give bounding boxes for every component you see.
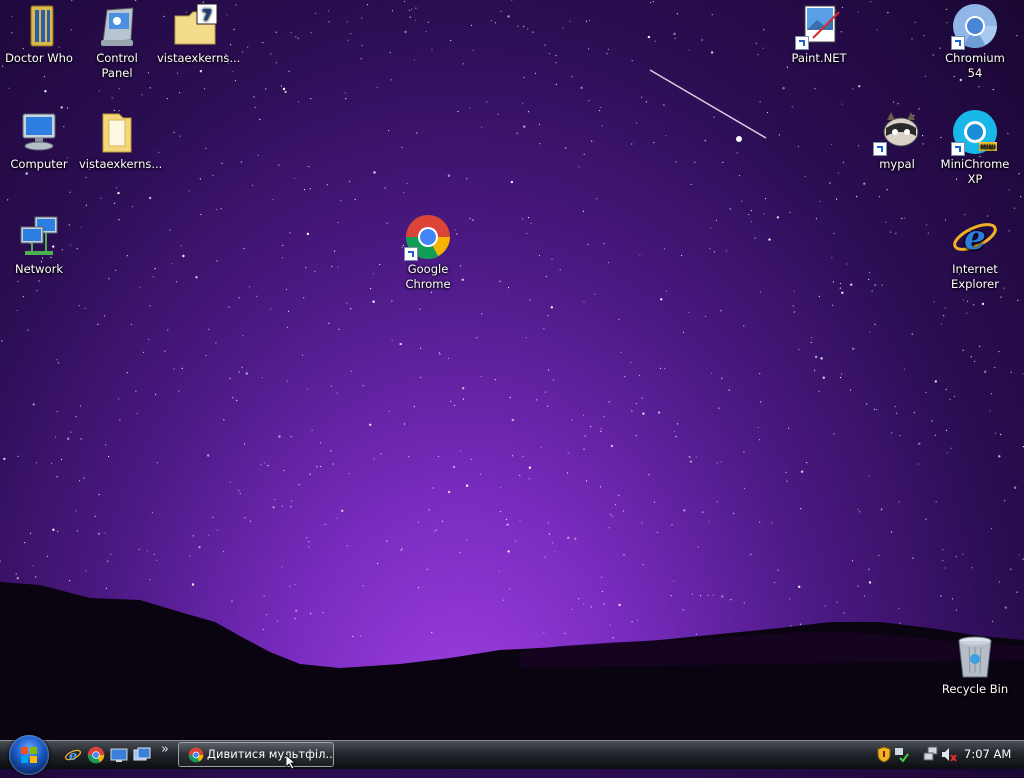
- desktop-icon-internet-explorer[interactable]: e Internet Explorer: [936, 211, 1014, 292]
- shortcut-arrow-icon: [873, 142, 887, 156]
- quicklaunch-internet-explorer[interactable]: e: [64, 746, 82, 764]
- chrome-icon: [87, 746, 105, 764]
- svg-text:7: 7: [202, 6, 212, 24]
- desktop-icon-label: Network: [14, 262, 64, 276]
- quicklaunch-chrome[interactable]: [87, 746, 105, 764]
- quicklaunch-switch-windows[interactable]: [133, 746, 151, 764]
- desktop-icon-label: Chromium 54: [945, 51, 1005, 80]
- desktop-icon-label: MiniChrome XP: [940, 157, 1010, 186]
- recycle-bin-icon: [951, 633, 999, 681]
- shortcut-arrow-icon: [795, 36, 809, 50]
- taskbar-window-button[interactable]: Дивитися мультфіл...: [178, 742, 334, 767]
- desktop-icon-doctor-who[interactable]: Doctor Who: [0, 0, 78, 66]
- desktop-icon-network[interactable]: Network: [0, 211, 78, 277]
- network-connection-icon[interactable]: [923, 746, 939, 766]
- chrome-icon: [188, 747, 204, 763]
- network-icon: [15, 213, 63, 261]
- 7zip-archive-icon: 7: [171, 2, 219, 50]
- folder-icon: [15, 2, 63, 50]
- chromium-icon: [951, 2, 999, 50]
- mypal-icon: [873, 108, 921, 156]
- desktop-icon-computer[interactable]: Computer: [0, 106, 78, 172]
- quicklaunch-overflow-button[interactable]: »: [161, 742, 169, 757]
- volume-muted-icon[interactable]: [941, 746, 957, 766]
- desktop-icon-mypal[interactable]: mypal: [858, 106, 936, 172]
- desktop-icon-paint-net[interactable]: Paint.NET: [780, 0, 858, 66]
- shortcut-arrow-icon: [404, 247, 418, 261]
- svg-text:MINI: MINI: [980, 144, 995, 151]
- folder-icon: [93, 108, 141, 156]
- security-shield-icon[interactable]: [877, 746, 891, 766]
- minichrome-icon: MINI: [951, 108, 999, 156]
- quicklaunch-show-desktop[interactable]: [110, 746, 128, 764]
- desktop-icon-label: Recycle Bin: [941, 682, 1009, 696]
- desktop-icon-label: Internet Explorer: [951, 262, 999, 291]
- desktop-icon-vistaexkerns-archive[interactable]: 7 vistaexkerns...: [156, 0, 241, 66]
- shortcut-arrow-icon: [951, 36, 965, 50]
- taskbar-window-label: Дивитися мультфіл...: [207, 747, 334, 761]
- desktop-icon-control-panel[interactable]: Control Panel: [78, 0, 156, 81]
- desktop-icon-label: vistaexkerns...: [79, 157, 163, 171]
- windows-logo-icon: [21, 747, 37, 763]
- desktop-icon-label: mypal: [879, 157, 915, 171]
- desktop-icon-label: Doctor Who: [5, 51, 73, 65]
- desktop-icon-google-chrome[interactable]: Google Chrome: [389, 211, 467, 292]
- start-button[interactable]: [9, 735, 49, 775]
- chrome-icon: [404, 213, 452, 261]
- desktop-icon-chromium[interactable]: Chromium 54: [936, 0, 1014, 81]
- network-tray-icon[interactable]: [893, 746, 909, 766]
- desktop-icon-label: vistaexkerns...: [157, 51, 241, 65]
- internet-explorer-icon: e: [951, 213, 999, 261]
- desktop-icon-label: Google Chrome: [405, 262, 451, 291]
- switch-windows-icon: [133, 747, 151, 761]
- shortcut-arrow-icon: [951, 142, 965, 156]
- taskbar: e » Дивитися мультфіл... 7:07 AM: [0, 735, 1024, 775]
- svg-text:e: e: [69, 749, 77, 764]
- computer-icon: [15, 108, 63, 156]
- desktop-icon-label: Computer: [10, 157, 68, 171]
- svg-text:e: e: [964, 218, 986, 258]
- mouse-cursor-icon: [286, 755, 297, 769]
- desktop-icon-vistaexkerns-folder[interactable]: vistaexkerns...: [78, 106, 163, 172]
- desktop-icon-label: Paint.NET: [791, 51, 847, 65]
- desktop-icon-minichrome[interactable]: MINI MiniChrome XP: [936, 106, 1014, 187]
- paint-net-icon: [795, 2, 843, 50]
- control-panel-icon: [93, 2, 141, 50]
- desktop-icon-label: Control Panel: [96, 51, 138, 80]
- taskbar-clock[interactable]: 7:07 AM: [964, 747, 1011, 761]
- desktop-icon-recycle-bin[interactable]: Recycle Bin: [936, 631, 1014, 697]
- show-desktop-icon: [110, 748, 128, 762]
- internet-explorer-icon: e: [64, 749, 82, 764]
